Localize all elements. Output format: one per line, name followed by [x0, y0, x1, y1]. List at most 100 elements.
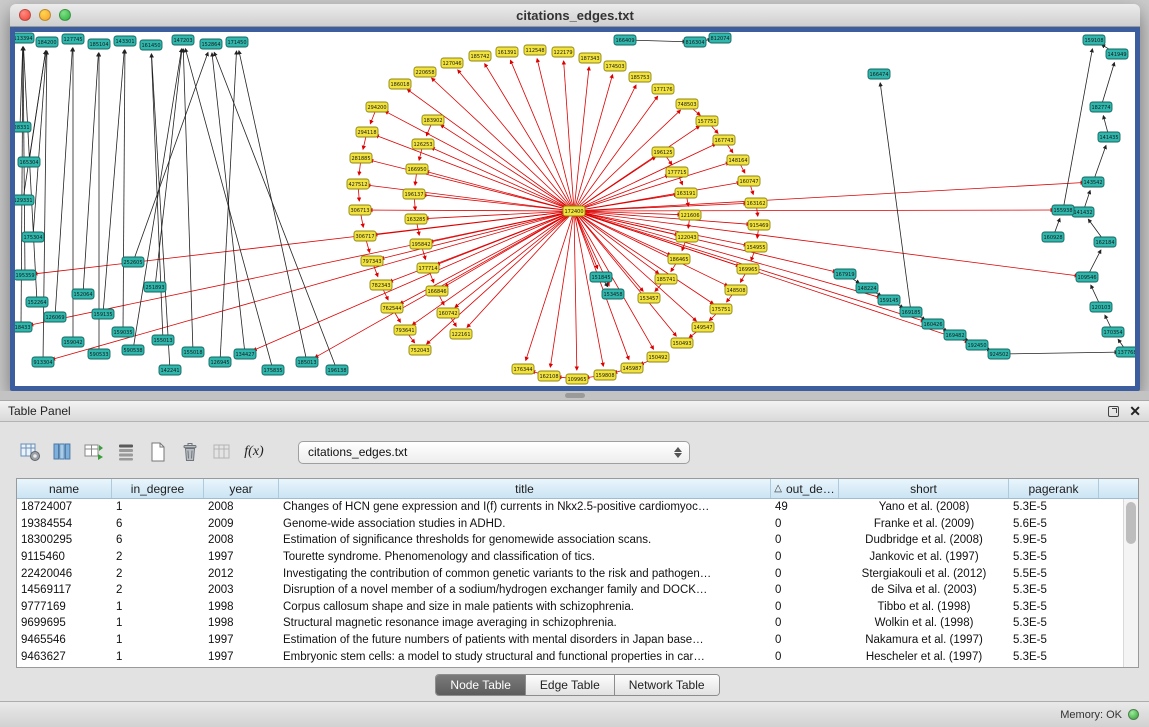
import-table-button[interactable] — [208, 438, 236, 466]
network-canvas[interactable]: 1724001860182206581270461857421613911125… — [15, 32, 1135, 386]
graph-node[interactable]: 171450 — [226, 37, 248, 47]
graph-node[interactable]: 169482 — [944, 330, 966, 340]
graph-edge[interactable] — [574, 183, 1084, 211]
column-header-out_de[interactable]: △out_de… — [771, 479, 839, 498]
graph-node[interactable]: 186465 — [668, 254, 690, 264]
graph-node[interactable]: 185742 — [469, 51, 491, 61]
graph-node[interactable]: 176344 — [512, 364, 534, 374]
graph-node[interactable]: 167743 — [713, 135, 735, 145]
graph-node[interactable]: 155938 — [1052, 205, 1074, 215]
tab-node-table[interactable]: Node Table — [436, 675, 526, 695]
graph-node[interactable]: 159035 — [112, 327, 134, 337]
graph-edge[interactable] — [574, 211, 654, 349]
table-row[interactable]: 969969511998Structural magnetic resonanc… — [17, 615, 1138, 632]
graph-node[interactable]: 162184 — [1094, 237, 1116, 247]
panel-resize-handle[interactable] — [565, 393, 585, 398]
graph-edge[interactable] — [133, 49, 182, 350]
graph-node[interactable]: 126253 — [412, 139, 434, 149]
graph-edge[interactable] — [23, 47, 37, 302]
graph-node[interactable]: 186018 — [389, 79, 411, 89]
graph-edge[interactable] — [574, 96, 658, 211]
graph-node[interactable]: 141435 — [1098, 132, 1120, 142]
graph-node[interactable]: 148164 — [727, 155, 749, 165]
graph-node[interactable]: 112548 — [524, 45, 546, 55]
graph-node[interactable]: 294200 — [366, 102, 388, 112]
graph-node[interactable]: 127046 — [441, 58, 463, 68]
graph-node[interactable]: 175751 — [710, 304, 732, 314]
graph-node[interactable]: 159145 — [878, 295, 900, 305]
graph-node[interactable]: 306717 — [354, 231, 376, 241]
graph-node[interactable]: 163191 — [675, 188, 697, 198]
graph-node[interactable]: 169965 — [737, 264, 759, 274]
graph-node[interactable]: 160747 — [738, 176, 760, 186]
graph-edge[interactable] — [574, 211, 577, 370]
graph-node[interactable]: 152064 — [72, 289, 94, 299]
graph-node[interactable]: 196137 — [403, 189, 425, 199]
graph-node[interactable]: 122161 — [450, 329, 472, 339]
graph-edge[interactable] — [574, 211, 676, 336]
graph-node[interactable]: 182774 — [1090, 102, 1112, 112]
graph-node[interactable]: 143301 — [114, 36, 136, 46]
graph-node[interactable]: 151845 — [590, 272, 612, 282]
network-view-window[interactable]: citations_edges.txt 17240018601822065812… — [10, 4, 1140, 391]
graph-edge[interactable] — [426, 171, 574, 211]
float-panel-icon[interactable] — [1108, 406, 1119, 417]
graph-node[interactable]: 159108 — [1083, 35, 1105, 45]
row-options-button[interactable] — [112, 438, 140, 466]
table-row[interactable]: 977716911998Corpus callosum shape and si… — [17, 599, 1138, 616]
graph-node[interactable]: 590538 — [122, 345, 144, 355]
graph-edge[interactable] — [123, 50, 125, 332]
graph-edge[interactable] — [185, 49, 273, 370]
network-table-select[interactable]: citations_edges.txt — [298, 441, 690, 464]
table-row[interactable]: 2242004622012Investigating the contribut… — [17, 565, 1138, 582]
graph-edge[interactable] — [369, 210, 574, 211]
graph-node[interactable]: 281885 — [350, 153, 372, 163]
graph-node[interactable]: 150492 — [647, 352, 669, 362]
graph-node[interactable]: 126069 — [44, 312, 66, 322]
graph-node[interactable]: 812074 — [709, 33, 731, 43]
graph-node[interactable]: 122043 — [676, 232, 698, 242]
graph-edge[interactable] — [103, 50, 124, 314]
graph-edge[interactable] — [574, 67, 589, 211]
graph-node[interactable]: 251893 — [144, 282, 166, 292]
graph-edge[interactable] — [574, 211, 836, 272]
graph-node[interactable]: 167919 — [834, 269, 856, 279]
table-row[interactable]: 1830029562008Estimation of significance … — [17, 532, 1138, 549]
graph-edge[interactable] — [999, 352, 1118, 354]
table-settings-button[interactable] — [16, 438, 44, 466]
graph-node[interactable]: 157751 — [696, 116, 718, 126]
graph-node[interactable]: 185104 — [88, 39, 110, 49]
graph-node[interactable]: 126945 — [209, 357, 231, 367]
graph-node[interactable]: 165304 — [18, 157, 40, 167]
create-column-button[interactable] — [80, 438, 108, 466]
graph-edge[interactable] — [574, 175, 669, 211]
graph-node[interactable]: 166474 — [868, 69, 890, 79]
column-header-short[interactable]: short — [839, 479, 1009, 498]
graph-edge[interactable] — [367, 185, 574, 211]
graph-node[interactable]: 113394 — [15, 33, 34, 43]
graph-node[interactable]: 185741 — [655, 274, 677, 284]
graph-node[interactable]: 160742 — [437, 308, 459, 318]
graph-node[interactable]: 122179 — [552, 47, 574, 57]
function-builder-button[interactable]: f(x) — [240, 438, 268, 466]
graph-edge[interactable] — [574, 211, 968, 342]
table-row[interactable]: 1938455462009Genome-wide association stu… — [17, 516, 1138, 533]
graph-edge[interactable] — [485, 64, 574, 211]
graph-node[interactable]: 752043 — [409, 345, 431, 355]
column-header-in_degree[interactable]: in_degree — [112, 479, 204, 498]
graph-node[interactable]: 129331 — [15, 195, 34, 205]
graph-node[interactable]: 161391 — [496, 47, 518, 57]
graph-node[interactable]: 159042 — [62, 337, 84, 347]
graph-edge[interactable] — [574, 211, 603, 366]
graph-node[interactable]: 793641 — [394, 325, 416, 335]
graph-node[interactable]: 143542 — [1082, 177, 1104, 187]
graph-edge[interactable] — [574, 211, 1078, 276]
graph-edge[interactable] — [151, 54, 163, 340]
graph-node[interactable]: 155013 — [152, 335, 174, 345]
graph-node[interactable]: 153457 — [638, 293, 660, 303]
graph-node[interactable]: 748503 — [676, 99, 698, 109]
graph-edge[interactable] — [574, 75, 613, 211]
graph-edge[interactable] — [467, 211, 574, 327]
graph-node[interactable]: 590533 — [88, 349, 110, 359]
graph-edge[interactable] — [152, 54, 170, 370]
